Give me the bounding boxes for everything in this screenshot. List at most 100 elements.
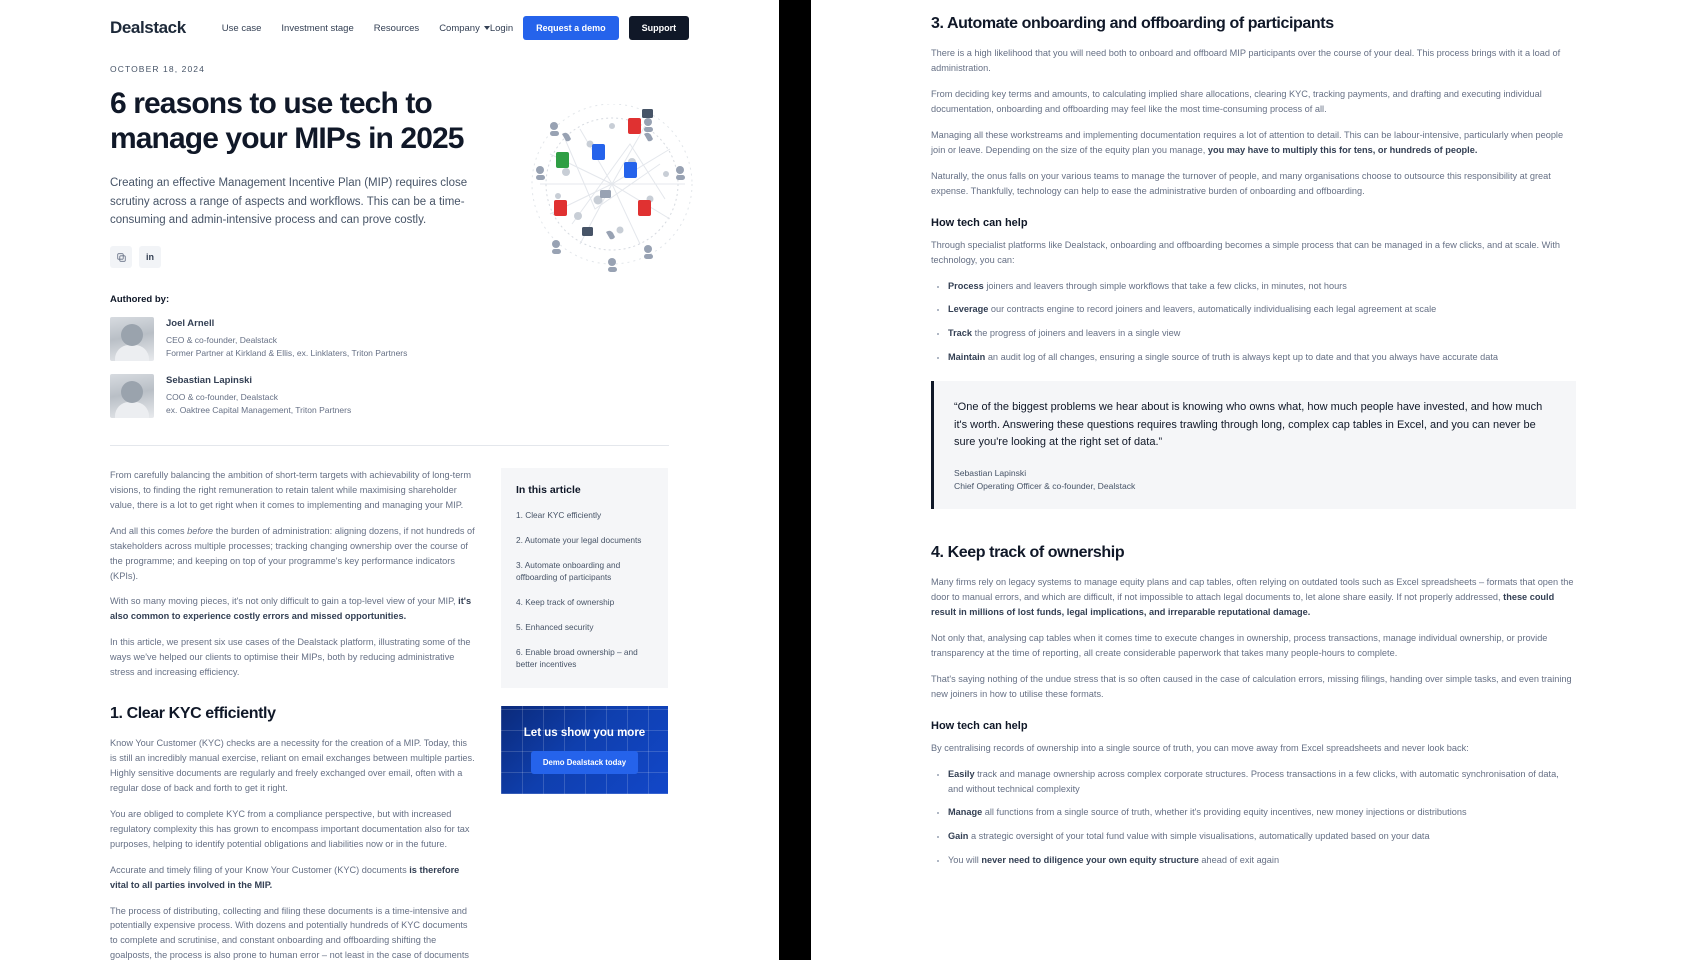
author-previous: ex. Oaktree Capital Management, Triton P… [166, 404, 352, 415]
intro-paragraph: In this article, we present six use case… [110, 637, 471, 678]
toc-item-3[interactable]: 3. Automate onboarding and offboarding o… [516, 559, 653, 583]
list-item: Manage all functions from a single sourc… [948, 805, 1576, 820]
author-role: CEO & co-founder, Dealstack [166, 335, 278, 346]
screenshot-root: Dealstack Use case Investment stage Reso… [0, 0, 1696, 960]
nav-label: Use case [221, 22, 262, 34]
list-item: Gain a strategic oversight of your total… [948, 829, 1576, 844]
list-item: Leverage our contracts engine to record … [948, 302, 1576, 317]
bullet-text: all functions from a single source of tr… [982, 807, 1467, 818]
quote-author-name: Sebastian Lapinski [954, 467, 1027, 478]
quote-author-role: Chief Operating Officer & co-founder, De… [954, 480, 1136, 491]
bullet-lead: Maintain [948, 352, 986, 363]
nav-item-investment-stage[interactable]: Investment stage [281, 23, 353, 34]
cta-title: Let us show you more [523, 726, 646, 739]
section-3-p4: Naturally, the onus falls on your variou… [931, 170, 1551, 196]
emphasis-before: before [187, 525, 214, 536]
toc-item-5[interactable]: 5. Enhanced security [516, 621, 653, 633]
share-buttons: in [110, 246, 480, 269]
bold-emphasis: never need to diligence your own equity … [981, 855, 1199, 866]
author-info: Joel Arnell CEO & co-founder, Dealstack … [166, 317, 407, 361]
authored-by-label: Authored by: [110, 294, 170, 306]
bullet-text: our contracts engine to record joiners a… [988, 304, 1437, 315]
page-title: 6 reasons to use tech to manage your MIP… [110, 87, 464, 156]
section-4-p1: Many firms rely on legacy systems to man… [931, 575, 1576, 620]
section-4-heading: 4. Keep track of ownership [931, 543, 1125, 561]
section-1-p1: Know Your Customer (KYC) checks are a ne… [110, 738, 475, 794]
list-item: Easily track and manage ownership across… [948, 767, 1576, 797]
avatar [110, 374, 154, 419]
text-prefix: Accurate and timely filing of your Know … [110, 864, 410, 875]
bullet-lead: Gain [948, 831, 969, 842]
request-demo-button[interactable]: Request a demo [523, 16, 619, 40]
author-card: Joel Arnell CEO & co-founder, Dealstack … [110, 317, 480, 362]
nav-item-company[interactable]: Company [439, 23, 490, 34]
author-name: Sebastian Lapinski [166, 375, 253, 387]
section-4-how-intro: By centralising records of ownership int… [931, 742, 1469, 753]
section-1-p3: Accurate and timely filing of your Know … [110, 863, 475, 893]
section-4-p2: Not only that, analysing cap tables when… [931, 633, 1548, 659]
intro-paragraph: From carefully balancing the ambition of… [110, 470, 472, 510]
nav-label: Investment stage [281, 22, 354, 34]
section-3-p1: There is a high likelihood that you will… [931, 48, 1561, 74]
bold-emphasis: you may have to multiply this for tens, … [1207, 145, 1478, 155]
bullet-lead: Easily [948, 768, 975, 779]
text-prefix: You will [948, 855, 982, 866]
bullet-lead: Process [948, 280, 984, 291]
text-prefix: With so many moving pieces, it's not onl… [110, 596, 459, 607]
table-of-contents: In this article 1. Clear KYC efficiently… [501, 468, 668, 689]
author-previous: Former Partner at Kirkland & Ellis, ex. … [166, 347, 408, 358]
author-role: COO & co-founder, Dealstack [166, 392, 278, 403]
cta-banner: Let us show you more Demo Dealstack toda… [501, 706, 668, 795]
list-item: You will never need to diligence your ow… [948, 853, 1576, 868]
pane-separator [779, 0, 811, 960]
nav-item-use-case[interactable]: Use case [222, 23, 262, 34]
login-link[interactable]: Login [490, 23, 513, 34]
toc-item-1[interactable]: 1. Clear KYC efficiently [516, 509, 653, 521]
copy-link-icon [116, 252, 127, 263]
intro-paragraph-before: And all this comes before the burden of … [110, 524, 475, 584]
section-1-heading: 1. Clear KYC efficiently [110, 704, 276, 722]
linkedin-icon: in [146, 252, 154, 263]
article-lede: Creating an effective Management Incenti… [110, 177, 468, 227]
pull-quote: “One of the biggest problems we hear abo… [931, 381, 1576, 509]
site-header: Dealstack Use case Investment stage Reso… [0, 8, 779, 48]
copy-link-button[interactable] [110, 246, 132, 269]
intro-paragraph-moving: With so many moving pieces, it's not onl… [110, 594, 475, 624]
demo-dealstack-button[interactable]: Demo Dealstack today [530, 750, 639, 774]
toc-item-2[interactable]: 2. Automate your legal documents [516, 534, 653, 546]
bullet-text: the progress of joiners and leavers in a… [972, 328, 1181, 339]
section-3-how-intro: Through specialist platforms like Dealst… [931, 239, 1560, 265]
article-hero: OCTOBER 18, 2024 6 reasons to use tech t… [0, 48, 779, 431]
section-1-p4: The process of distributing, collecting … [110, 905, 470, 960]
support-button[interactable]: Support [628, 16, 690, 40]
hero-text-block: OCTOBER 18, 2024 6 reasons to use tech t… [110, 64, 480, 431]
publish-date: OCTOBER 18, 2024 [110, 64, 205, 74]
list-item: Process joiners and leavers through simp… [948, 279, 1576, 294]
nav-actions: Login Request a demo Support [490, 16, 690, 40]
article-main-column: From carefully balancing the ambition of… [110, 468, 475, 960]
brand-logo[interactable]: Dealstack [110, 18, 186, 38]
bullet-text: ahead of exit again [1198, 855, 1280, 866]
toc-item-6[interactable]: 6. Enable broad ownership – and better i… [516, 646, 653, 670]
bullet-lead: Leverage [948, 304, 989, 315]
section-4-how-heading: How tech can help [931, 719, 1028, 732]
section-3-heading: 3. Automate onboarding and offboarding o… [931, 15, 1334, 32]
section-3-how-heading: How tech can help [931, 216, 1028, 229]
toc-item-4[interactable]: 4. Keep track of ownership [516, 596, 653, 608]
linkedin-share-button[interactable]: in [139, 246, 161, 269]
bullet-text: a strategic oversight of your total fund… [968, 831, 1430, 842]
nav-item-resources[interactable]: Resources [374, 23, 419, 34]
text-prefix: Many firms rely on legacy systems to man… [931, 577, 1574, 603]
right-page-pane: 3. Automate onboarding and offboarding o… [811, 0, 1696, 960]
bullet-text: joiners and leavers through simple workf… [983, 280, 1347, 291]
avatar [110, 317, 154, 362]
section-3-p2: From deciding key terms and amounts, to … [931, 89, 1542, 115]
author-card: Sebastian Lapinski COO & co-founder, Dea… [110, 374, 480, 419]
quote-text: “One of the biggest problems we hear abo… [954, 401, 1543, 449]
nav-label: Resources [373, 22, 420, 34]
list-item: Track the progress of joiners and leaver… [948, 326, 1576, 341]
section-1-p2: You are obliged to complete KYC from a c… [110, 809, 470, 849]
bullet-lead: Track [948, 328, 973, 339]
article-body: From carefully balancing the ambition of… [0, 446, 779, 960]
text-prefix: And all this comes [110, 525, 188, 536]
